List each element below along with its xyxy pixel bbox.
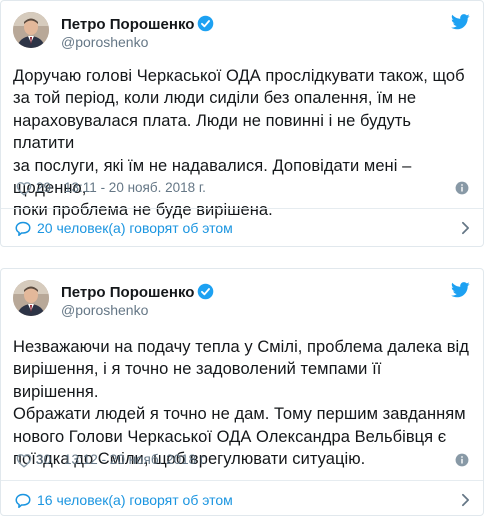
tweet-text-line: Доручаю голові Черкаської ОДА прослідкув… — [13, 67, 465, 85]
tweet-text-line: за той період, коли люди сиділи без опал… — [13, 89, 417, 108]
tweet-timestamp[interactable]: 13:11 - 20 нояб. 2018 г. — [64, 179, 206, 197]
author-handle[interactable]: @poroshenko — [61, 302, 148, 318]
tweet-text-line: нового Голови Черкаської ОДА Олександра … — [13, 427, 447, 446]
verified-badge-icon — [198, 15, 214, 32]
conversation-text[interactable]: 20 человек(а) говорят об этом — [37, 220, 233, 236]
tweet-text-line: Незважаючи на подачу тепла у Смілі, проб… — [13, 338, 469, 356]
tweet-card[interactable]: Петро Порошенко @poroshenko Незважаючи н… — [0, 268, 484, 516]
tweet-card[interactable]: Петро Порошенко @poroshenko Доручаю голо… — [0, 0, 484, 247]
divider — [1, 208, 483, 209]
tweet-meta: 29 13:11 - 20 нояб. 2018 г. — [16, 179, 469, 197]
conversation-link[interactable]: 16 человек(а) говорят об этом — [14, 490, 470, 510]
twitter-bird-icon[interactable] — [451, 14, 470, 30]
like-count[interactable]: 30 — [36, 451, 51, 469]
author-handle[interactable]: @poroshenko — [61, 34, 148, 50]
divider — [1, 480, 483, 481]
tweet-text-line: вирішення, і я точно не задоволений темп… — [13, 360, 382, 401]
avatar[interactable] — [13, 12, 49, 48]
verified-badge-icon — [198, 283, 214, 300]
info-icon[interactable] — [455, 453, 469, 467]
heart-icon[interactable] — [16, 453, 32, 468]
tweet-text-line: Ображати людей я точно не дам. Тому перш… — [13, 405, 466, 424]
like-count[interactable]: 29 — [36, 179, 51, 197]
author-name-text[interactable]: Петро Порошенко — [61, 284, 194, 301]
avatar[interactable] — [13, 280, 49, 316]
tweet-timestamp[interactable]: 13:12 - 20 нояб. 2018 г. — [64, 451, 207, 469]
author-name[interactable]: Петро Порошенко — [61, 15, 214, 34]
chevron-right-icon[interactable] — [461, 221, 470, 235]
conversation-link[interactable]: 20 человек(а) говорят об этом — [14, 218, 470, 238]
author-name[interactable]: Петро Порошенко — [61, 283, 214, 302]
chevron-right-icon[interactable] — [461, 493, 470, 507]
heart-icon[interactable] — [16, 181, 32, 196]
tweet-meta: 30 13:12 - 20 нояб. 2018 г. — [16, 451, 469, 469]
tweet-text-line: нараховувалася плата. Люди не повинні і … — [13, 111, 412, 153]
conversation-text[interactable]: 16 человек(а) говорят об этом — [37, 492, 233, 508]
twitter-bird-icon[interactable] — [451, 282, 470, 298]
conversation-bubble-icon — [15, 493, 31, 508]
info-icon[interactable] — [455, 181, 469, 195]
tweet-text: Доручаю голові Черкаської ОДА прослідкув… — [13, 65, 471, 222]
author-name-text[interactable]: Петро Порошенко — [61, 16, 194, 33]
conversation-bubble-icon — [15, 221, 31, 236]
